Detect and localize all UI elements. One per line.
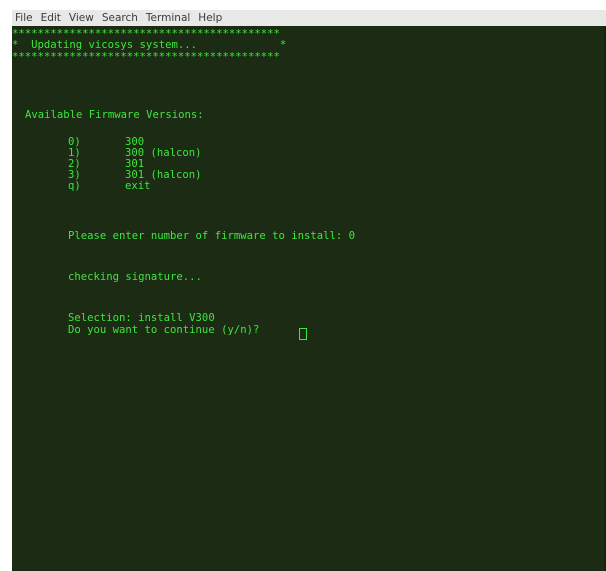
option-label-q: exit [125, 180, 151, 192]
selection-line: Selection: install V300 [68, 312, 215, 324]
menu-terminal[interactable]: Terminal [143, 12, 195, 24]
firmware-header: Available Firmware Versions: [25, 109, 204, 121]
menu-file[interactable]: File [12, 12, 38, 24]
menu-search[interactable]: Search [99, 12, 143, 24]
menu-view[interactable]: View [66, 12, 99, 24]
menu-bar: File Edit View Search Terminal Help [12, 10, 606, 26]
text-cursor[interactable] [299, 328, 307, 340]
banner-bottom-line: ****************************************… [12, 51, 280, 63]
checking-signature-line: checking signature... [68, 271, 202, 283]
menu-edit[interactable]: Edit [38, 12, 66, 24]
menu-help[interactable]: Help [195, 12, 227, 24]
banner-text-line: * Updating vicosys system... * [12, 39, 287, 51]
option-key-q: q) [68, 180, 81, 192]
install-prompt: Please enter number of firmware to insta… [68, 230, 356, 242]
continue-prompt: Do you want to continue (y/n)? [68, 324, 266, 336]
terminal-output[interactable]: ****************************************… [12, 26, 606, 571]
terminal-window: File Edit View Search Terminal Help ****… [0, 0, 606, 571]
